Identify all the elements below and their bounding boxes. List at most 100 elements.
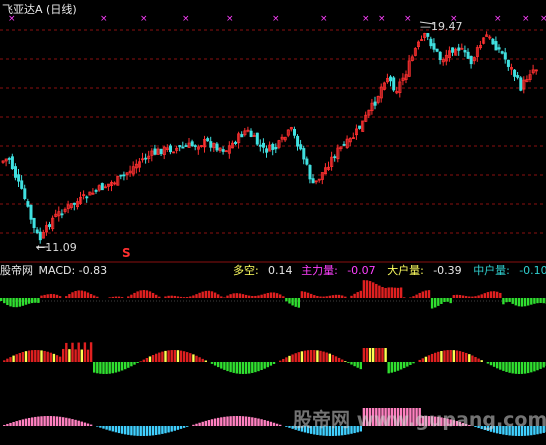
- histogram-bar: [139, 426, 142, 436]
- histogram-bar: [46, 351, 49, 362]
- histogram-bar: [248, 362, 251, 374]
- histogram-bar: [294, 298, 297, 307]
- histogram-bar: [15, 354, 18, 362]
- histogram-bar: [24, 418, 28, 426]
- candle-body: [494, 41, 498, 51]
- sell-signal-mark: S: [122, 246, 131, 260]
- histogram-bar: [27, 350, 31, 362]
- histogram-bar: [496, 291, 499, 298]
- histogram-bar: [77, 420, 80, 426]
- candle-body: [159, 148, 163, 155]
- histogram-bar: [40, 350, 43, 362]
- candle-body: [23, 188, 27, 200]
- candle-body: [506, 59, 510, 67]
- histogram-bar: [167, 426, 170, 433]
- histogram-bar: [83, 342, 87, 362]
- histogram-bar: [189, 353, 192, 362]
- histogram-bar: [341, 295, 344, 298]
- histogram-bar: [148, 426, 152, 436]
- histogram-bar: [517, 298, 521, 307]
- low-price-label: ←11.09: [36, 241, 77, 254]
- histogram-bar: [499, 292, 502, 298]
- histogram-bar: [158, 426, 161, 435]
- histogram-bar: [83, 291, 87, 298]
- candlestick-series: [1, 31, 538, 244]
- histogram-bar: [347, 362, 350, 363]
- histogram-bar: [213, 362, 217, 366]
- histogram-bar: [279, 294, 282, 298]
- histogram-bar: [158, 352, 161, 362]
- candle-body: [516, 75, 520, 78]
- indicator-label-3: 中户量:: [473, 264, 510, 277]
- histogram-bar: [409, 362, 412, 365]
- histogram-bar: [49, 416, 52, 426]
- histogram-bar: [223, 362, 226, 370]
- histogram-bar: [499, 362, 502, 370]
- histogram-bar: [142, 426, 145, 436]
- histogram-bar: [254, 362, 257, 373]
- histogram-bar: [133, 362, 136, 365]
- histogram-bar: [55, 416, 59, 426]
- histogram-bar: [275, 293, 279, 298]
- histogram-bar: [477, 295, 480, 298]
- histogram-bar: [372, 282, 375, 298]
- histogram-bar: [434, 352, 437, 362]
- histogram-bar: [446, 350, 449, 362]
- histogram-bar: [229, 416, 232, 426]
- histogram-bar: [260, 362, 263, 371]
- histogram-bar: [96, 362, 99, 374]
- candle-body: [249, 130, 253, 137]
- histogram-bar: [306, 350, 310, 362]
- histogram-bar: [161, 426, 164, 434]
- histogram-bar: [204, 420, 207, 426]
- histogram-bar: [300, 351, 304, 362]
- histogram-bar: [43, 350, 46, 362]
- histogram-bar: [269, 362, 273, 366]
- histogram-bar: [117, 426, 121, 434]
- candle-body: [358, 125, 362, 129]
- histogram-bar: [217, 362, 220, 368]
- histogram-bar: [176, 296, 180, 298]
- histogram-bar: [49, 293, 52, 298]
- histogram-bar: [427, 290, 431, 298]
- histogram-bar: [297, 298, 300, 308]
- signal-marker: ×: [182, 14, 190, 24]
- histogram-bar: [145, 358, 149, 362]
- histogram-bar: [164, 296, 167, 298]
- histogram-bar: [365, 280, 369, 298]
- candle-body: [144, 157, 148, 160]
- histogram-bar: [468, 296, 471, 298]
- histogram-bar: [325, 296, 328, 298]
- histogram-bar: [412, 296, 415, 298]
- histogram-bar: [155, 426, 158, 435]
- histogram-bar: [502, 298, 505, 305]
- histogram-bar: [272, 422, 276, 426]
- histogram-bar: [468, 354, 471, 362]
- histogram-bar: [170, 350, 173, 362]
- histogram-bar: [179, 350, 183, 362]
- candle-body: [168, 145, 172, 153]
- histogram-bar: [310, 350, 313, 362]
- histogram-bar: [31, 298, 34, 304]
- histogram-bar: [58, 296, 62, 298]
- histogram-bar: [31, 417, 34, 426]
- histogram-bar: [372, 348, 375, 362]
- signal-marker: ×: [404, 14, 412, 24]
- histogram-bar: [114, 296, 118, 298]
- histogram-bar: [331, 354, 335, 362]
- histogram-bar: [337, 357, 341, 362]
- histogram-bar: [511, 362, 514, 374]
- histogram-bar: [337, 294, 341, 298]
- watermark: 股帝网 www.gupang.com: [293, 409, 546, 431]
- candle-body: [26, 201, 30, 207]
- histogram-bar: [232, 362, 235, 373]
- histogram-bar: [220, 417, 223, 426]
- histogram-bar: [186, 297, 189, 298]
- histogram-bar: [105, 362, 108, 374]
- candle-body: [35, 229, 39, 234]
- histogram-bar: [229, 362, 232, 373]
- histogram-bar: [27, 298, 31, 304]
- histogram-bar: [437, 298, 440, 306]
- histogram-bar: [111, 362, 114, 374]
- histogram-bar: [285, 357, 288, 362]
